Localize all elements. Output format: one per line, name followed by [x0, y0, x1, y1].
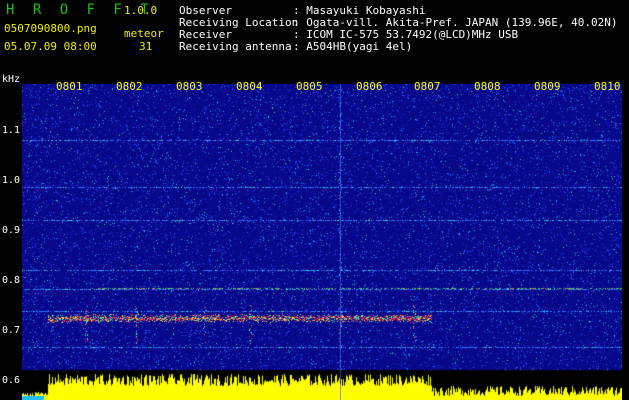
file-name: 0507090800.png — [4, 22, 97, 35]
minute-mark-0803: 0803 — [176, 80, 203, 93]
minute-mark-0807: 0807 — [414, 80, 441, 93]
spectrogram — [22, 84, 622, 400]
app-version: 1.0.0 — [124, 4, 158, 17]
file-datetime: 05.07.09 08:00 — [4, 40, 97, 53]
hrofft-window: H R O F F T 1.0.0 0507090800.png 05.07.0… — [0, 0, 629, 400]
y-tick-1-1: 1.1 — [2, 125, 21, 136]
observer-label: Observer — [179, 4, 232, 17]
minute-mark-0809: 0809 — [534, 80, 561, 93]
antenna-value: : A504HB(yagi 4el) — [293, 40, 413, 53]
y-tick-0-9: 0.9 — [2, 225, 21, 236]
antenna-label: Receiving antenna — [179, 40, 292, 53]
location-label: Receiving Location — [179, 16, 299, 29]
spectrogram-canvas — [22, 84, 622, 400]
observer-value: : Masayuki Kobayashi — [293, 4, 426, 17]
minute-mark-0808: 0808 — [474, 80, 501, 93]
receiver-label: Receiver — [179, 28, 232, 41]
meteor-count: 31 — [139, 40, 153, 53]
y-tick-0-7: 0.7 — [2, 325, 21, 336]
axis-unit-label: kHz — [2, 74, 21, 85]
meteor-label: meteor — [124, 27, 164, 40]
minute-mark-0801: 0801 — [56, 80, 83, 93]
minute-mark-0810: 0810 — [594, 80, 621, 93]
y-tick-1-0: 1.0 — [2, 175, 21, 186]
receiver-value: : ICOM IC-575 53.7492(@LCD)MHz USB — [293, 28, 519, 41]
minute-mark-0806: 0806 — [356, 80, 383, 93]
location-value: : Ogata-vill. Akita-Pref. JAPAN (139.96E… — [293, 16, 618, 29]
y-tick-0-8: 0.8 — [2, 275, 21, 286]
minute-mark-0804: 0804 — [236, 80, 263, 93]
minute-mark-0805: 0805 — [296, 80, 323, 93]
minute-mark-0802: 0802 — [116, 80, 143, 93]
time-cursor-line — [340, 84, 341, 400]
y-tick-0-6: 0.6 — [2, 375, 21, 386]
